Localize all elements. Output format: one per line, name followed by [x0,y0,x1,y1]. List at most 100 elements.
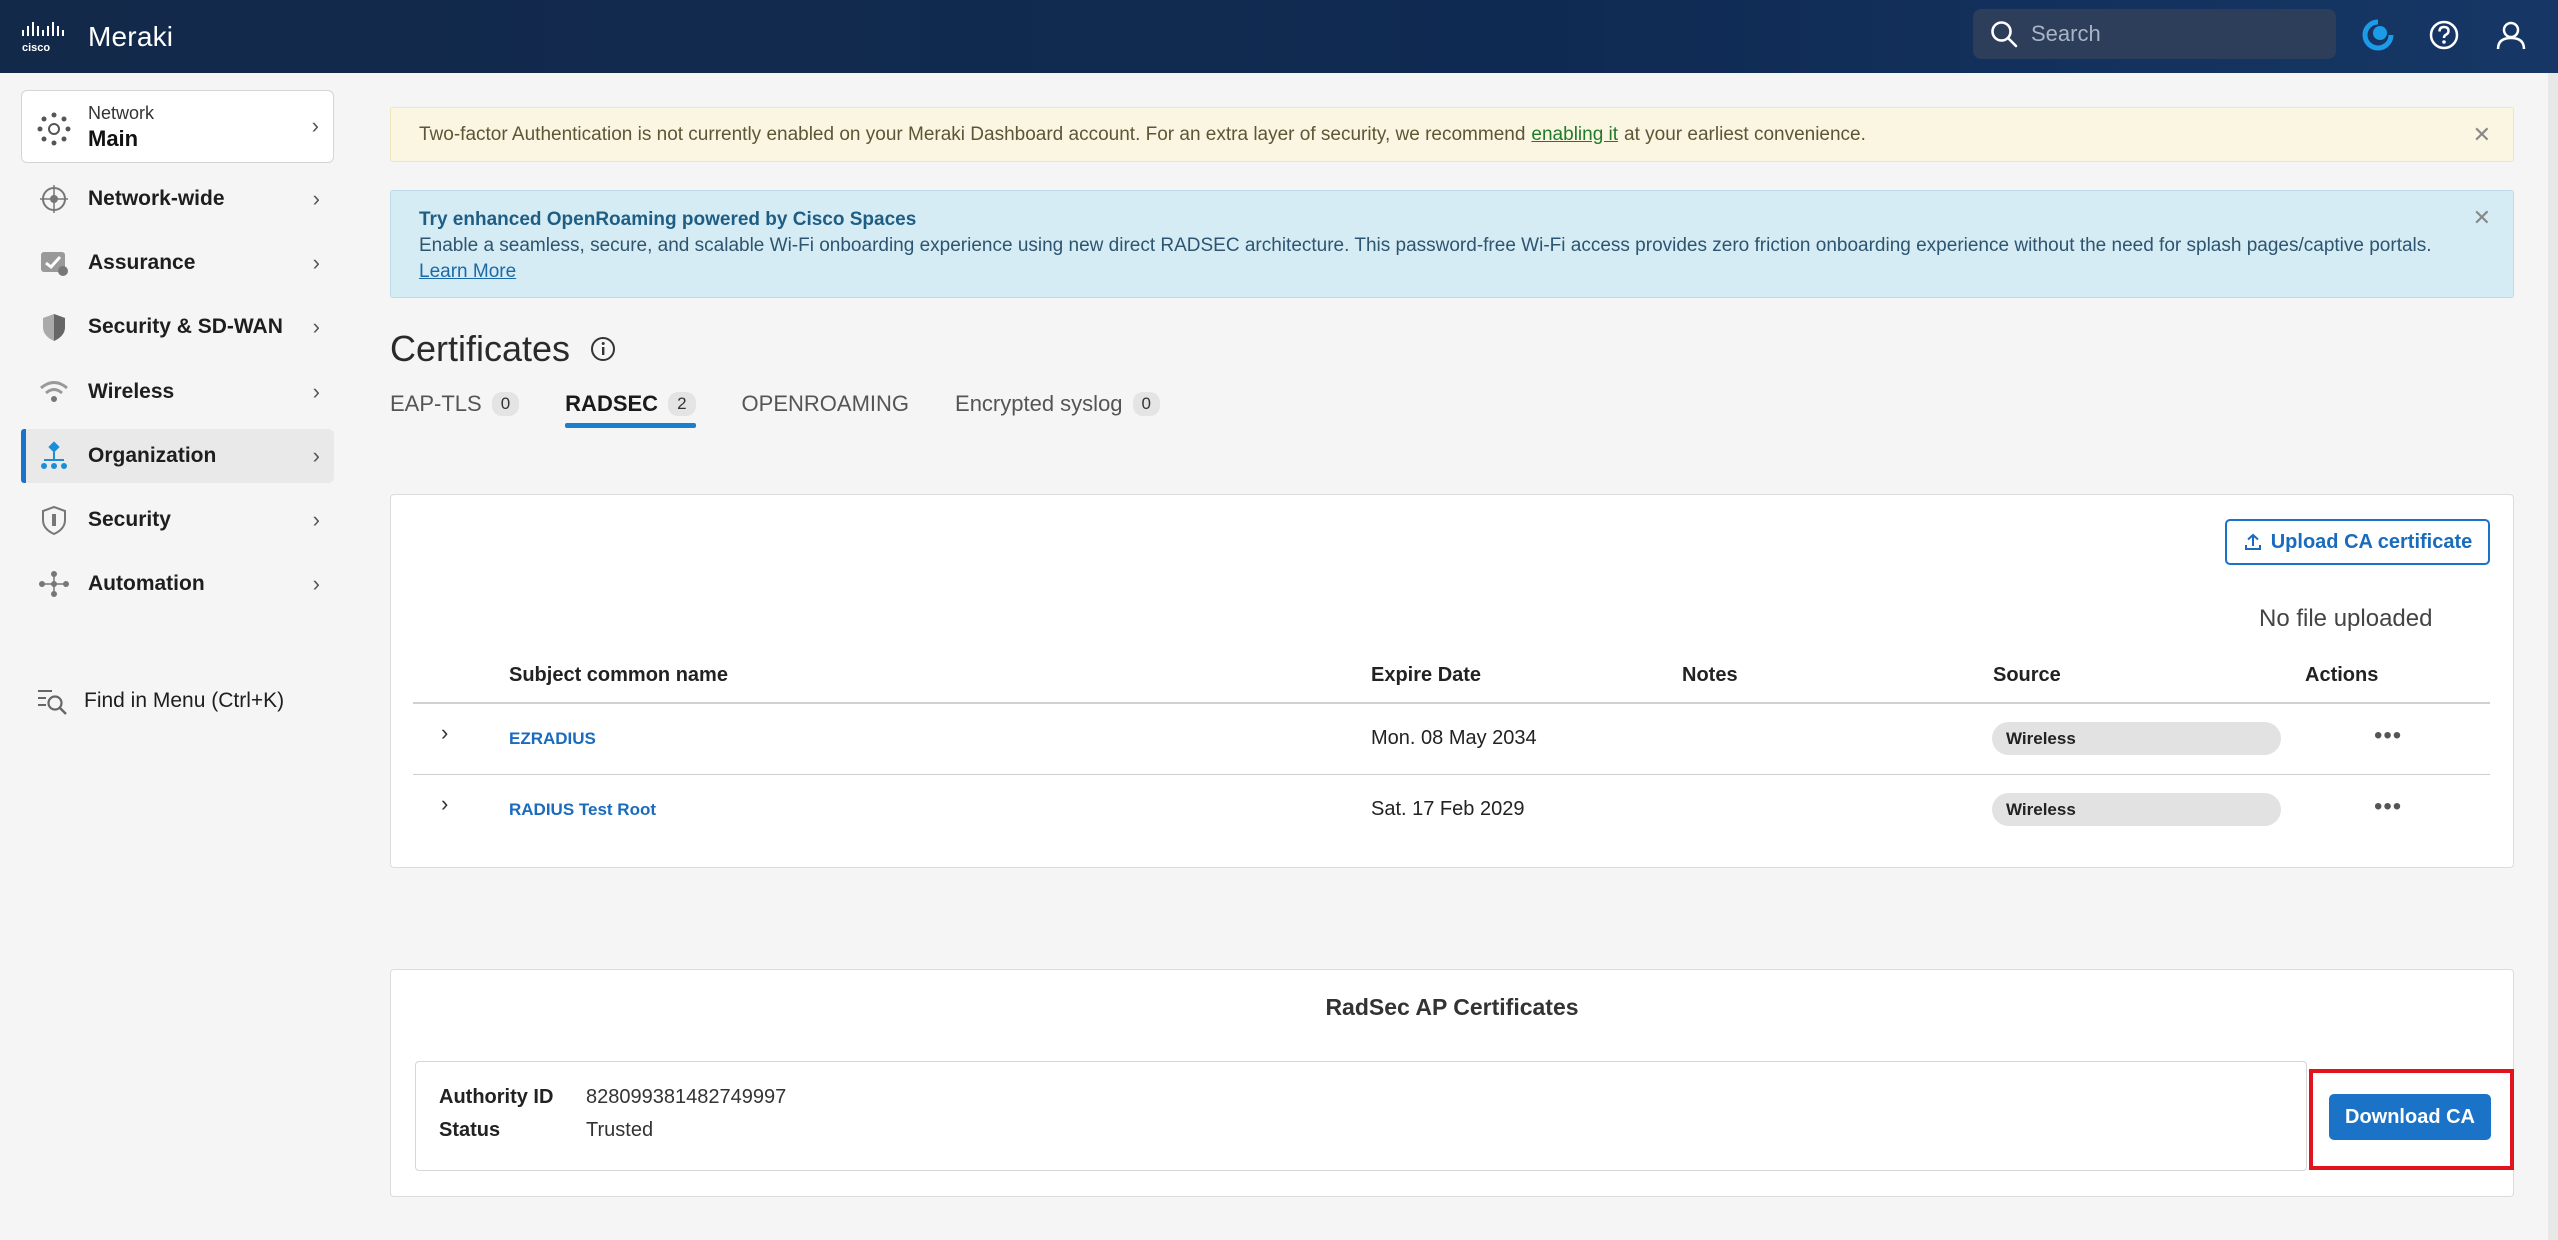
top-bar: cisco Meraki [0,0,2558,73]
more-actions-icon[interactable]: ••• [2374,793,2402,821]
tab-label: EAP-TLS [390,391,482,416]
tab-radsec[interactable]: RADSEC 2 [565,384,696,428]
tab-label: Encrypted syslog [955,391,1123,416]
sidebar-item-organization[interactable]: Organization › [21,429,334,483]
menu-search-icon [38,690,67,715]
download-ca-button[interactable]: Download CA [2329,1094,2491,1140]
chevron-right-icon: › [311,113,319,138]
source-badge: Wireless [1992,793,2281,826]
tab-encrypted-syslog[interactable]: Encrypted syslog 0 [955,384,1161,424]
network-icon [37,112,71,146]
page-title-text: Certificates [390,328,571,369]
network-name: Main [88,126,139,151]
enable-2fa-link[interactable]: enabling it [1531,124,1618,146]
tab-openroaming[interactable]: OPENROAMING [742,384,909,424]
shield-half-icon [37,310,71,344]
cert-expire-date: Mon. 08 May 2034 [1371,727,1537,749]
upload-ca-label: Upload CA certificate [2270,530,2473,553]
sidebar-item-label: Wireless [88,380,175,403]
find-in-menu-label: Find in Menu (Ctrl+K) [84,689,285,712]
sidebar-item-label: Security [88,508,171,531]
page-scrollbar[interactable] [2548,73,2558,1240]
sidebar-item-label: Organization [88,444,217,467]
assurance-icon [37,246,71,280]
sidebar-item-label: Automation [88,572,205,595]
cert-expire-date: Sat. 17 Feb 2029 [1371,798,1525,820]
cisco-logo-icon: cisco [22,21,64,54]
upload-status: No file uploaded [2259,605,2433,632]
tab-bar: EAP-TLS 0 RADSEC 2 OPENROAMING Encrypted… [390,384,1206,428]
chevron-right-icon: › [312,250,320,275]
cert-name-link[interactable]: RADIUS Test Root [509,800,656,820]
tab-label: RADSEC [565,391,659,416]
sidebar-item-wireless[interactable]: Wireless › [21,365,334,419]
organization-icon [37,439,71,473]
row-divider [413,774,2490,775]
cert-name-link[interactable]: EZRADIUS [509,729,596,749]
column-header-actions: Actions [2305,664,2379,686]
tab-count-badge: 0 [1132,392,1161,416]
more-actions-icon[interactable]: ••• [2374,722,2402,750]
sidebar-item-label: Network-wide [88,187,225,210]
find-in-menu[interactable]: Find in Menu (Ctrl+K) [36,685,284,717]
search-box[interactable] [1973,9,2336,59]
sidebar-item-label: Security & SD-WAN [88,315,283,338]
source-badge: Wireless [1992,722,2281,755]
radsec-details: Authority ID 828099381482749997 Status T… [415,1061,2307,1171]
status-value: Trusted [586,1119,654,1141]
upload-icon [2244,533,2261,550]
close-icon[interactable]: ✕ [2473,122,2491,148]
spaces-icon[interactable] [2359,16,2397,54]
user-icon[interactable] [2492,16,2530,54]
banner-text: Two-factor Authentication is not current… [419,123,1526,145]
network-wide-icon [37,182,71,216]
chevron-right-icon: › [312,314,320,339]
column-header-expire[interactable]: Expire Date [1371,664,1481,687]
sidebar: Network Main › Network-wide › Assurance … [0,73,354,1240]
openroaming-banner: Try enhanced OpenRoaming powered by Cisc… [390,190,2514,298]
expand-row-icon[interactable]: › [441,791,448,817]
chevron-right-icon: › [312,571,320,596]
banner-title: Try enhanced OpenRoaming powered by Cisc… [419,209,917,230]
authority-id-label: Authority ID [439,1086,554,1108]
app-name: Meraki [88,20,174,52]
radsec-title: RadSec AP Certificates [1325,994,1579,1020]
column-header-subject[interactable]: Subject common name [509,664,728,687]
column-header-source[interactable]: Source [1993,664,2061,687]
brand[interactable]: cisco Meraki [20,20,173,54]
chevron-right-icon: › [312,443,320,468]
learn-more-link[interactable]: Learn More [419,261,516,282]
sidebar-item-label: Assurance [88,251,196,274]
close-icon[interactable]: ✕ [2473,205,2491,231]
network-selector[interactable]: Network Main › [21,90,334,163]
tab-eap-tls[interactable]: EAP-TLS 0 [390,384,520,424]
tab-count-badge: 2 [668,392,696,416]
sidebar-item-security[interactable]: Security › [21,493,334,547]
sidebar-item-network-wide[interactable]: Network-wide › [21,172,334,226]
search-icon [1991,21,2018,48]
search-input[interactable] [2031,21,2311,47]
sidebar-item-security-sd-wan[interactable]: Security & SD-WAN › [21,300,334,354]
sidebar-item-automation[interactable]: Automation › [21,557,334,611]
svg-text:cisco: cisco [22,42,50,54]
chevron-right-icon: › [312,186,320,211]
upload-ca-button[interactable]: Upload CA certificate [2225,519,2490,565]
chevron-right-icon: › [312,379,320,404]
status-label: Status [439,1119,501,1141]
info-icon[interactable] [590,336,616,362]
table-header-divider [413,702,2490,704]
sidebar-item-assurance[interactable]: Assurance › [21,236,334,290]
column-header-notes[interactable]: Notes [1682,664,1738,687]
banner-text: at your earliest convenience. [1624,123,1866,145]
automation-icon [37,567,71,601]
page-title: Certificates [390,328,616,370]
two-factor-banner: Two-factor Authentication is not current… [390,107,2514,162]
network-label: Network [88,103,155,123]
chevron-right-icon: › [312,507,320,532]
banner-body: Enable a seamless, secure, and scalable … [419,235,2432,256]
tab-label: OPENROAMING [741,391,910,416]
authority-id-value: 828099381482749997 [586,1086,787,1108]
tab-count-badge: 0 [491,392,520,416]
help-icon[interactable] [2425,16,2463,54]
expand-row-icon[interactable]: › [441,720,448,746]
